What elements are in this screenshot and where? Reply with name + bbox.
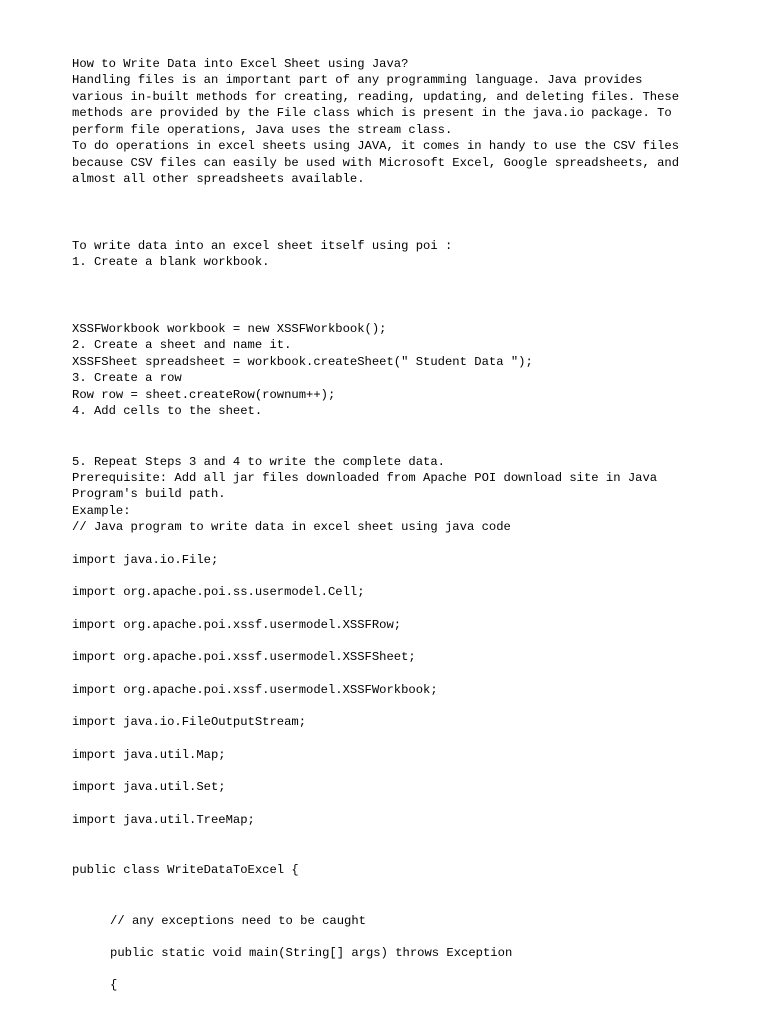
import-statement: import java.io.File; xyxy=(72,552,696,568)
example-label: Example: xyxy=(72,503,696,519)
spacer xyxy=(72,879,696,913)
step-3: 3. Create a row xyxy=(72,370,696,386)
import-statement: import org.apache.poi.xssf.usermodel.XSS… xyxy=(72,682,696,698)
prerequisite: Prerequisite: Add all jar files download… xyxy=(72,470,696,503)
title: How to Write Data into Excel Sheet using… xyxy=(72,56,696,72)
step-2: 2. Create a sheet and name it. xyxy=(72,337,696,353)
import-statement: import java.util.Map; xyxy=(72,747,696,763)
step-1: 1. Create a blank workbook. xyxy=(72,254,696,270)
import-statement: import org.apache.poi.xssf.usermodel.XSS… xyxy=(72,617,696,633)
intro-paragraph-2: To do operations in excel sheets using J… xyxy=(72,138,696,187)
spacer xyxy=(72,601,696,617)
code-sheet: XSSFSheet spreadsheet = workbook.createS… xyxy=(72,354,696,370)
spacer xyxy=(72,633,696,649)
import-statement: import org.apache.poi.xssf.usermodel.XSS… xyxy=(72,649,696,665)
import-statement: import java.util.TreeMap; xyxy=(72,812,696,828)
spacer xyxy=(72,698,696,714)
class-declaration: public class WriteDataToExcel { xyxy=(72,862,696,878)
import-statement: import java.io.FileOutputStream; xyxy=(72,714,696,730)
spacer xyxy=(72,420,696,454)
spacer xyxy=(72,929,696,945)
open-brace: { xyxy=(72,977,696,993)
spacer xyxy=(72,961,696,977)
import-statement: import java.util.Set; xyxy=(72,779,696,795)
spacer xyxy=(72,666,696,682)
step-5: 5. Repeat Steps 3 and 4 to write the com… xyxy=(72,454,696,470)
code-comment: // any exceptions need to be caught xyxy=(72,913,696,929)
spacer xyxy=(72,828,696,862)
code-comment: // Java program to write data in excel s… xyxy=(72,519,696,535)
spacer xyxy=(72,731,696,747)
spacer xyxy=(72,796,696,812)
spacer xyxy=(72,188,696,238)
spacer xyxy=(72,271,696,321)
spacer xyxy=(72,568,696,584)
code-workbook: XSSFWorkbook workbook = new XSSFWorkbook… xyxy=(72,321,696,337)
intro-paragraph-1: Handling files is an important part of a… xyxy=(72,72,696,138)
import-statement: import org.apache.poi.ss.usermodel.Cell; xyxy=(72,584,696,600)
code-row: Row row = sheet.createRow(rownum++); xyxy=(72,387,696,403)
steps-intro: To write data into an excel sheet itself… xyxy=(72,238,696,254)
spacer xyxy=(72,536,696,552)
document-page: How to Write Data into Excel Sheet using… xyxy=(0,0,768,1034)
spacer xyxy=(72,763,696,779)
main-method: public static void main(String[] args) t… xyxy=(72,945,696,961)
step-4: 4. Add cells to the sheet. xyxy=(72,403,696,419)
